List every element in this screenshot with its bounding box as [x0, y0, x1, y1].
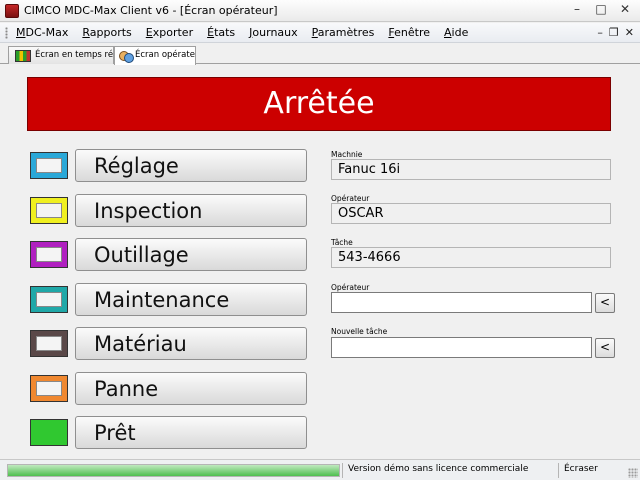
- state-row: Inspection: [30, 194, 308, 227]
- tab-operator-label: Écran opérateur: [135, 50, 195, 60]
- menu-bar: MDC-Max Rapports Exporter États Journaux…: [0, 23, 640, 43]
- state-color-swatch: [30, 152, 68, 179]
- swatch-center: [36, 336, 62, 351]
- state-button-maintenance[interactable]: Maintenance: [75, 283, 307, 316]
- minimize-button[interactable]: –: [566, 2, 588, 18]
- menu-rapports[interactable]: Rapports: [82, 26, 131, 39]
- operator-screen: Arrêtée Réglage Inspection Outillage Mai…: [14, 65, 627, 458]
- mdi-minimize-button[interactable]: –: [597, 26, 603, 39]
- swatch-center: [36, 203, 62, 218]
- state-color-swatch: [30, 241, 68, 268]
- chart-icon: [15, 50, 31, 62]
- state-row: Maintenance: [30, 283, 308, 316]
- window-controls: – □ ✕: [566, 2, 636, 18]
- status-divider: [342, 463, 343, 478]
- state-button-inspection[interactable]: Inspection: [75, 194, 307, 227]
- swatch-center: [36, 158, 62, 173]
- progress-fill: [8, 465, 339, 476]
- state-row: Réglage: [30, 149, 308, 182]
- title-bar: CIMCO MDC-Max Client v6 - [Écran opérate…: [0, 0, 640, 22]
- insert-mode-status: Écraser: [564, 464, 598, 474]
- tab-operator[interactable]: Écran opérateur: [114, 46, 196, 65]
- maximize-button[interactable]: □: [590, 2, 612, 18]
- status-divider: [558, 463, 559, 478]
- machine-value: Fanuc 16i: [331, 159, 611, 180]
- tab-realtime-label: Écran en temps réel: [35, 50, 114, 60]
- state-color-swatch: [30, 419, 68, 446]
- task-value: 543-4666: [331, 247, 611, 268]
- new-task-label: Nouvelle tâche: [331, 327, 388, 336]
- resize-grip-icon[interactable]: [628, 468, 638, 478]
- task-label: Tâche: [331, 238, 353, 247]
- menu-aide[interactable]: Aide: [444, 26, 468, 39]
- operator-input[interactable]: [331, 292, 592, 313]
- status-bar: Version démo sans licence commerciale Éc…: [0, 459, 640, 480]
- operators-icon: [118, 50, 134, 63]
- operator-label: Opérateur: [331, 194, 370, 203]
- license-status: Version démo sans licence commerciale: [348, 464, 529, 474]
- state-row: Outillage: [30, 238, 308, 271]
- operator-pick-button[interactable]: <: [595, 293, 615, 313]
- menu-etats[interactable]: États: [207, 26, 235, 39]
- document-tabs: Écran en temps réel Écran opérateur: [0, 44, 640, 65]
- machine-label: Machnie: [331, 150, 363, 159]
- operator-input-label: Opérateur: [331, 283, 370, 292]
- new-task-input[interactable]: [331, 337, 592, 358]
- menu-fenetre[interactable]: Fenêtre: [388, 26, 430, 39]
- mdi-restore-button[interactable]: ❐: [609, 26, 619, 39]
- state-color-swatch: [30, 375, 68, 402]
- window-title: CIMCO MDC-Max Client v6 - [Écran opérate…: [24, 4, 278, 17]
- operator-value: OSCAR: [331, 203, 611, 224]
- state-row: Panne: [30, 372, 308, 405]
- state-button-outillage[interactable]: Outillage: [75, 238, 307, 271]
- swatch-center: [36, 247, 62, 262]
- menu-grip-icon: [5, 27, 8, 39]
- state-row: Prêt: [30, 416, 308, 449]
- menu-exporter[interactable]: Exporter: [146, 26, 193, 39]
- swatch-center: [36, 381, 62, 396]
- mdi-close-button[interactable]: ✕: [625, 26, 634, 39]
- new-task-pick-button[interactable]: <: [595, 338, 615, 358]
- menu-journaux[interactable]: Journaux: [249, 26, 297, 39]
- state-color-swatch: [30, 286, 68, 313]
- progress-bar: [7, 464, 340, 477]
- close-button[interactable]: ✕: [614, 2, 636, 18]
- state-button-reglage[interactable]: Réglage: [75, 149, 307, 182]
- swatch-center: [36, 292, 62, 307]
- state-color-swatch: [30, 330, 68, 357]
- state-button-materiau[interactable]: Matériau: [75, 327, 307, 360]
- menu-mdc-max[interactable]: MDC-Max: [16, 26, 68, 39]
- tab-realtime[interactable]: Écran en temps réel: [8, 46, 114, 64]
- state-button-panne[interactable]: Panne: [75, 372, 307, 405]
- app-icon: [5, 4, 19, 18]
- state-color-swatch: [30, 197, 68, 224]
- state-row: Matériau: [30, 327, 308, 360]
- state-button-pret[interactable]: Prêt: [75, 416, 307, 449]
- menu-parametres[interactable]: Paramètres: [312, 26, 375, 39]
- machine-status-banner: Arrêtée: [27, 77, 611, 131]
